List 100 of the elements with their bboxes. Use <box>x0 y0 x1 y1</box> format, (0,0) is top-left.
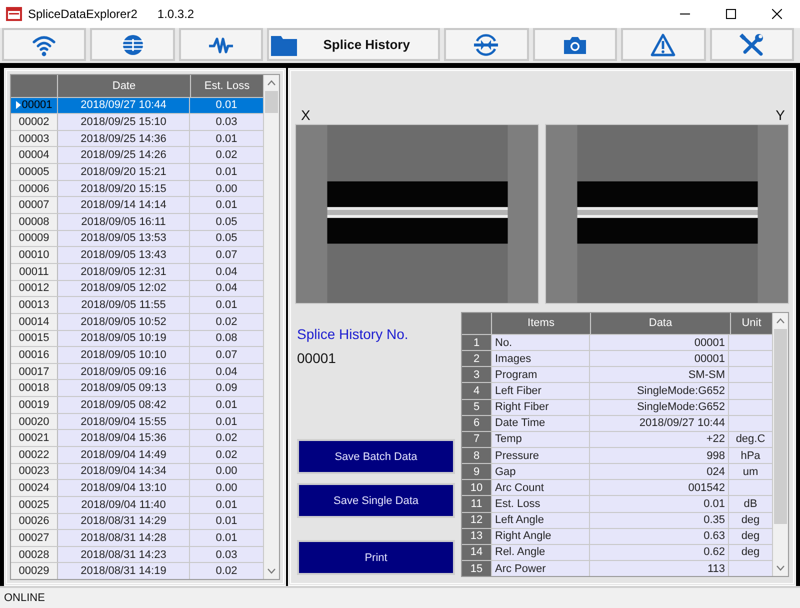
table-cell: 2018/09/05 10:52 <box>58 314 190 330</box>
warning-icon <box>650 32 676 56</box>
table-cell: Gap <box>492 464 590 480</box>
history-row[interactable]: 00029 2018/08/31 14:19 0.02 <box>11 562 264 580</box>
scroll-down-icon[interactable] <box>776 565 785 571</box>
row-number: 00007 <box>11 197 58 214</box>
row-number: 00027 <box>11 530 58 546</box>
table-cell: 0.03 <box>190 114 264 130</box>
row-number: 12 <box>462 512 492 528</box>
row-number: 00002 <box>11 114 58 130</box>
table-cell: 2018/09/04 14:34 <box>58 464 190 480</box>
table-cell: 0.04 <box>190 364 264 380</box>
table-cell: 0.05 <box>190 230 264 246</box>
history-row[interactable]: 00021 2018/09/04 15:36 0.02 <box>11 429 264 446</box>
row-number: 10 <box>462 480 492 496</box>
history-row[interactable]: 00005 2018/09/20 15:21 0.01 <box>11 163 264 180</box>
history-row[interactable]: 00010 2018/09/05 13:43 0.07 <box>11 246 264 263</box>
warning-tab[interactable] <box>621 28 706 61</box>
history-row[interactable]: 00018 2018/09/05 09:13 0.09 <box>11 379 264 396</box>
table-cell: 2018/09/25 14:26 <box>58 147 190 164</box>
table-cell: 0.01 <box>190 98 264 114</box>
history-row[interactable]: 00022 2018/09/04 14:49 0.02 <box>11 446 264 463</box>
row-number: 8 <box>462 448 492 464</box>
table-cell: deg <box>729 528 773 544</box>
history-row[interactable]: 00001 2018/09/27 10:44 0.01 <box>11 96 264 114</box>
tools-icon <box>738 32 765 56</box>
history-row[interactable]: 00028 2018/08/31 14:23 0.03 <box>11 546 264 562</box>
table-cell: 0.01 <box>190 164 264 180</box>
scroll-up-icon[interactable] <box>267 80 276 86</box>
history-row[interactable]: 00009 2018/09/05 13:53 0.05 <box>11 230 264 246</box>
history-row[interactable]: 00011 2018/09/05 12:31 0.04 <box>11 262 264 280</box>
table-cell: um <box>729 464 773 480</box>
row-number: 15 <box>462 560 492 576</box>
camera-tab[interactable] <box>532 28 618 61</box>
table-cell: 0.04 <box>190 280 264 296</box>
table-cell: 2018/09/25 14:36 <box>58 130 190 146</box>
table-cell: Arc Power <box>492 560 590 576</box>
table-cell: 2018/09/05 10:10 <box>58 347 190 363</box>
scrollbar-thumb[interactable] <box>774 329 787 524</box>
table-cell: 0.01 <box>190 197 264 214</box>
wave-tab[interactable] <box>178 28 264 61</box>
history-row[interactable]: 00027 2018/08/31 14:28 0.01 <box>11 529 264 546</box>
table-cell: 00001 <box>590 334 729 350</box>
action-button[interactable]: Print <box>297 540 455 575</box>
scrollbar-thumb[interactable] <box>265 91 278 113</box>
history-row[interactable]: 00025 2018/09/04 11:40 0.01 <box>11 496 264 513</box>
fiber-tab[interactable] <box>90 28 175 61</box>
scrollbar[interactable] <box>773 313 788 576</box>
history-row[interactable]: 00002 2018/09/25 15:10 0.03 <box>11 113 264 130</box>
history-row[interactable]: 00014 2018/09/05 10:52 0.02 <box>11 312 264 330</box>
history-row[interactable]: 00012 2018/09/05 12:02 0.04 <box>11 280 264 296</box>
table-cell: 0.04 <box>190 264 264 280</box>
table-cell: 0.01 <box>190 297 264 313</box>
history-row[interactable]: 00004 2018/09/25 14:26 0.02 <box>11 146 264 164</box>
row-number: 00011 <box>11 264 58 280</box>
history-row[interactable]: 00003 2018/09/25 14:36 0.01 <box>11 130 264 146</box>
status-text: ONLINE <box>4 592 45 604</box>
history-row[interactable]: 00020 2018/09/04 15:55 0.01 <box>11 412 264 430</box>
table-cell: 0.01 <box>190 130 264 146</box>
history-row[interactable]: 00017 2018/09/05 09:16 0.04 <box>11 362 264 380</box>
row-number: 2 <box>462 351 492 366</box>
scroll-down-icon[interactable] <box>267 568 276 574</box>
table-cell: 0.62 <box>590 544 729 560</box>
table-cell: No. <box>492 334 590 350</box>
row-number: 7 <box>462 432 492 447</box>
table-cell: deg.C <box>729 432 773 447</box>
table-cell: 2018/09/04 15:55 <box>58 414 190 430</box>
history-row[interactable]: 00007 2018/09/14 14:14 0.01 <box>11 196 264 214</box>
history-row[interactable]: 00008 2018/09/05 16:11 0.05 <box>11 213 264 230</box>
table-cell: 2018/09/04 11:40 <box>58 496 190 513</box>
table-cell: Rel. Angle <box>492 544 590 560</box>
history-row[interactable]: 00023 2018/09/04 14:34 0.00 <box>11 462 264 480</box>
row-number: 00001 <box>11 98 58 114</box>
row-number: 00021 <box>11 430 58 446</box>
history-row[interactable]: 00016 2018/09/05 10:10 0.07 <box>11 346 264 363</box>
history-row[interactable]: 00026 2018/08/31 14:29 0.01 <box>11 512 264 530</box>
tools-tab[interactable] <box>710 28 794 61</box>
scroll-up-icon[interactable] <box>776 318 785 324</box>
history-row[interactable]: 00024 2018/09/04 13:10 0.00 <box>11 479 264 496</box>
splice-icon <box>473 32 500 56</box>
history-row[interactable]: 00013 2018/09/05 11:55 0.01 <box>11 296 264 313</box>
action-button[interactable]: Save Batch Data <box>297 439 455 474</box>
splice-tab[interactable] <box>444 28 529 61</box>
table-cell: Est. Loss <box>492 496 590 512</box>
row-number: 1 <box>462 334 492 350</box>
wifi-tab[interactable] <box>2 28 86 61</box>
table-cell: Pressure <box>492 448 590 464</box>
table-cell: 2018/09/25 15:10 <box>58 114 190 130</box>
table-cell: 0.01 <box>190 397 264 413</box>
action-button[interactable]: Save Single Data <box>297 483 455 518</box>
history-row[interactable]: 00006 2018/09/20 15:15 0.00 <box>11 180 264 196</box>
row-number: 00014 <box>11 314 58 330</box>
history-row[interactable]: 00015 2018/09/05 10:19 0.08 <box>11 330 264 346</box>
scrollbar[interactable] <box>264 75 279 579</box>
history-row[interactable]: 00019 2018/09/05 08:42 0.01 <box>11 396 264 413</box>
row-number: 14 <box>462 544 492 560</box>
history-tab[interactable]: Splice History <box>267 28 440 61</box>
table-cell: 0.63 <box>590 528 729 544</box>
section-heading: Splice History No. <box>297 326 410 342</box>
table-cell: SingleMode:G652 <box>590 383 729 399</box>
